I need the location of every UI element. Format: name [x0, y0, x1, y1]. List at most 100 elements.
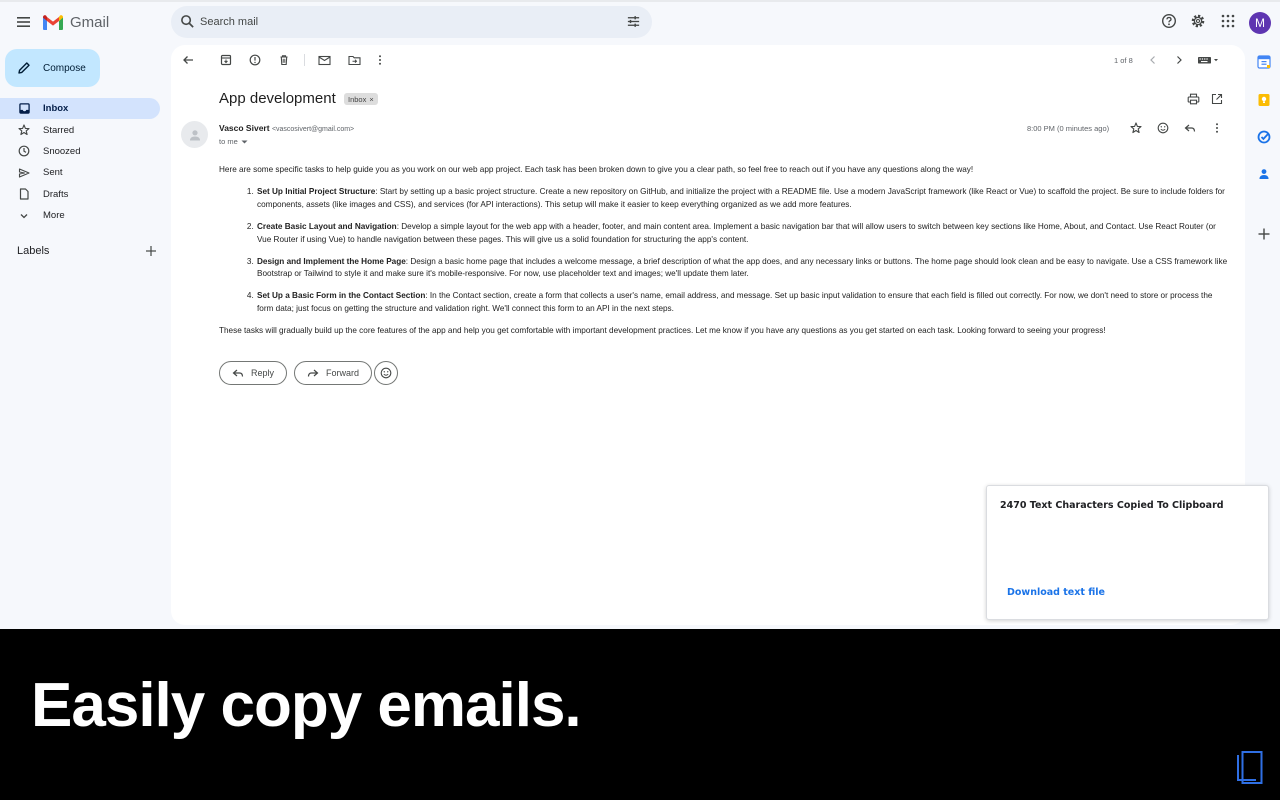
- list-item: Set Up Initial Project Structure: Start …: [256, 186, 1229, 212]
- search-bar[interactable]: [171, 6, 652, 38]
- newer-chevron-icon[interactable]: [1148, 54, 1158, 66]
- labels-section: Labels: [17, 244, 157, 258]
- notification-title: 2470 Text Characters Copied To Clipboard: [1000, 500, 1224, 511]
- reply-icon: [232, 369, 244, 377]
- message-more-icon[interactable]: [1213, 122, 1221, 134]
- calendar-icon[interactable]: [1257, 55, 1271, 69]
- mark-unread-icon[interactable]: [318, 54, 331, 66]
- task-text: : Start by setting up a basic project st…: [257, 186, 1225, 209]
- app-name: Gmail: [70, 13, 110, 31]
- help-icon[interactable]: [1161, 13, 1177, 29]
- draft-icon: [18, 188, 30, 200]
- search-input[interactable]: [200, 6, 600, 38]
- reply-label: Reply: [251, 368, 275, 378]
- get-addons-plus-icon[interactable]: [1257, 227, 1271, 241]
- recipient-label: to me: [219, 137, 238, 146]
- task-title: Create Basic Layout and Navigation: [257, 221, 397, 231]
- send-icon: [18, 167, 30, 179]
- pager-count: 1 of 8: [1114, 56, 1133, 65]
- reply-button[interactable]: Reply: [219, 361, 288, 385]
- sidebar-item-label: Sent: [43, 167, 63, 179]
- sidebar-item-sent[interactable]: Sent: [0, 162, 160, 183]
- forward-button[interactable]: Forward: [294, 361, 373, 385]
- sidebar-item-label: Inbox: [43, 103, 69, 115]
- star-icon[interactable]: [1130, 122, 1142, 134]
- promo-banner: Easily copy emails.: [0, 629, 1280, 800]
- message-time: 8:00 PM (0 minutes ago): [1027, 124, 1110, 133]
- forward-icon: [307, 369, 319, 377]
- forward-label: Forward: [326, 368, 360, 378]
- sender-name[interactable]: Vasco Sivert: [219, 123, 270, 133]
- sidebar-item-snoozed[interactable]: Snoozed: [0, 141, 160, 162]
- inbox-label-chip[interactable]: Inbox ×: [344, 93, 378, 105]
- task-title: Set Up a Basic Form in the Contact Secti…: [257, 291, 426, 301]
- task-title: Design and Implement the Home Page: [257, 256, 406, 266]
- star-icon: [18, 124, 30, 136]
- download-text-file-link[interactable]: Download text file: [1007, 587, 1105, 598]
- react-emoji-button[interactable]: [374, 361, 398, 385]
- gmail-window: Gmail M Compose Inbox Starred Snoozed Se…: [0, 0, 1280, 629]
- keep-icon[interactable]: [1257, 93, 1271, 107]
- remove-label-icon[interactable]: ×: [369, 95, 373, 104]
- compose-label: Compose: [43, 62, 86, 74]
- older-chevron-icon[interactable]: [1174, 54, 1184, 66]
- settings-gear-icon[interactable]: [1190, 13, 1206, 29]
- person-icon: [189, 129, 200, 140]
- tasks-icon[interactable]: [1257, 130, 1271, 144]
- email-outro: These tasks will gradually build up the …: [219, 326, 1106, 336]
- gmail-m-icon: [43, 14, 63, 30]
- print-icon[interactable]: [1187, 93, 1200, 105]
- sidebar-item-starred[interactable]: Starred: [0, 119, 160, 140]
- sidebar-item-label: Snoozed: [43, 145, 81, 157]
- sender-line: Vasco Sivert <vascosivert@gmail.com>: [219, 123, 354, 133]
- delete-icon[interactable]: [278, 54, 290, 66]
- top-strip: [0, 0, 1280, 2]
- more-options-icon[interactable]: [376, 54, 384, 66]
- chevron-down-icon: [18, 210, 30, 222]
- emoji-reaction-icon[interactable]: [1157, 122, 1169, 134]
- compose-button[interactable]: Compose: [5, 49, 100, 87]
- reply-icon[interactable]: [1184, 122, 1196, 134]
- email-subject: App development: [219, 90, 336, 107]
- open-new-window-icon[interactable]: [1211, 93, 1223, 105]
- task-list: Set Up Initial Project Structure: Start …: [219, 186, 1229, 316]
- sidebar-item-label: Drafts: [43, 188, 69, 200]
- caret-down-icon: [241, 140, 248, 143]
- sender-avatar[interactable]: [181, 121, 208, 148]
- pencil-icon: [18, 62, 30, 74]
- toolbar-divider: [304, 54, 305, 66]
- copy-notification: 2470 Text Characters Copied To Clipboard…: [986, 485, 1269, 620]
- account-avatar[interactable]: M: [1249, 12, 1271, 34]
- report-spam-icon[interactable]: [249, 54, 261, 66]
- back-arrow-icon[interactable]: [182, 54, 194, 66]
- sidebar-item-drafts[interactable]: Drafts: [0, 184, 160, 205]
- email-intro: Here are some specific tasks to help gui…: [219, 165, 974, 174]
- recipient-details[interactable]: to me: [219, 137, 248, 146]
- sidebar-item-inbox[interactable]: Inbox: [0, 98, 160, 120]
- apps-grid-icon[interactable]: [1220, 13, 1236, 29]
- search-icon[interactable]: [180, 14, 195, 29]
- sidebar-nav: Inbox Starred Snoozed Sent Drafts More: [0, 98, 160, 226]
- sidebar-item-more[interactable]: More: [0, 205, 160, 226]
- banner-headline: Easily copy emails.: [31, 671, 582, 740]
- sidebar-item-label: Starred: [43, 124, 75, 136]
- copy-icon: [1237, 751, 1263, 784]
- sidebar-item-label: More: [43, 210, 65, 222]
- move-to-icon[interactable]: [348, 54, 361, 66]
- inbox-icon: [18, 103, 30, 115]
- task-title: Set Up Initial Project Structure: [257, 186, 376, 196]
- list-item: Create Basic Layout and Navigation: Deve…: [256, 221, 1229, 247]
- archive-icon[interactable]: [220, 54, 232, 66]
- input-tools-keyboard-icon[interactable]: [1197, 54, 1221, 66]
- labels-heading: Labels: [17, 245, 50, 257]
- sender-email: <vascosivert@gmail.com>: [271, 126, 355, 133]
- contacts-icon[interactable]: [1257, 167, 1271, 181]
- smiley-icon: [380, 367, 392, 379]
- clock-icon: [18, 145, 30, 157]
- add-label-icon[interactable]: [145, 245, 157, 257]
- search-options-icon[interactable]: [626, 14, 641, 29]
- gmail-logo[interactable]: Gmail: [42, 11, 109, 33]
- list-item: Set Up a Basic Form in the Contact Secti…: [256, 290, 1229, 316]
- main-menu-icon[interactable]: [14, 12, 34, 32]
- email-body: Here are some specific tasks to help gui…: [219, 164, 1229, 347]
